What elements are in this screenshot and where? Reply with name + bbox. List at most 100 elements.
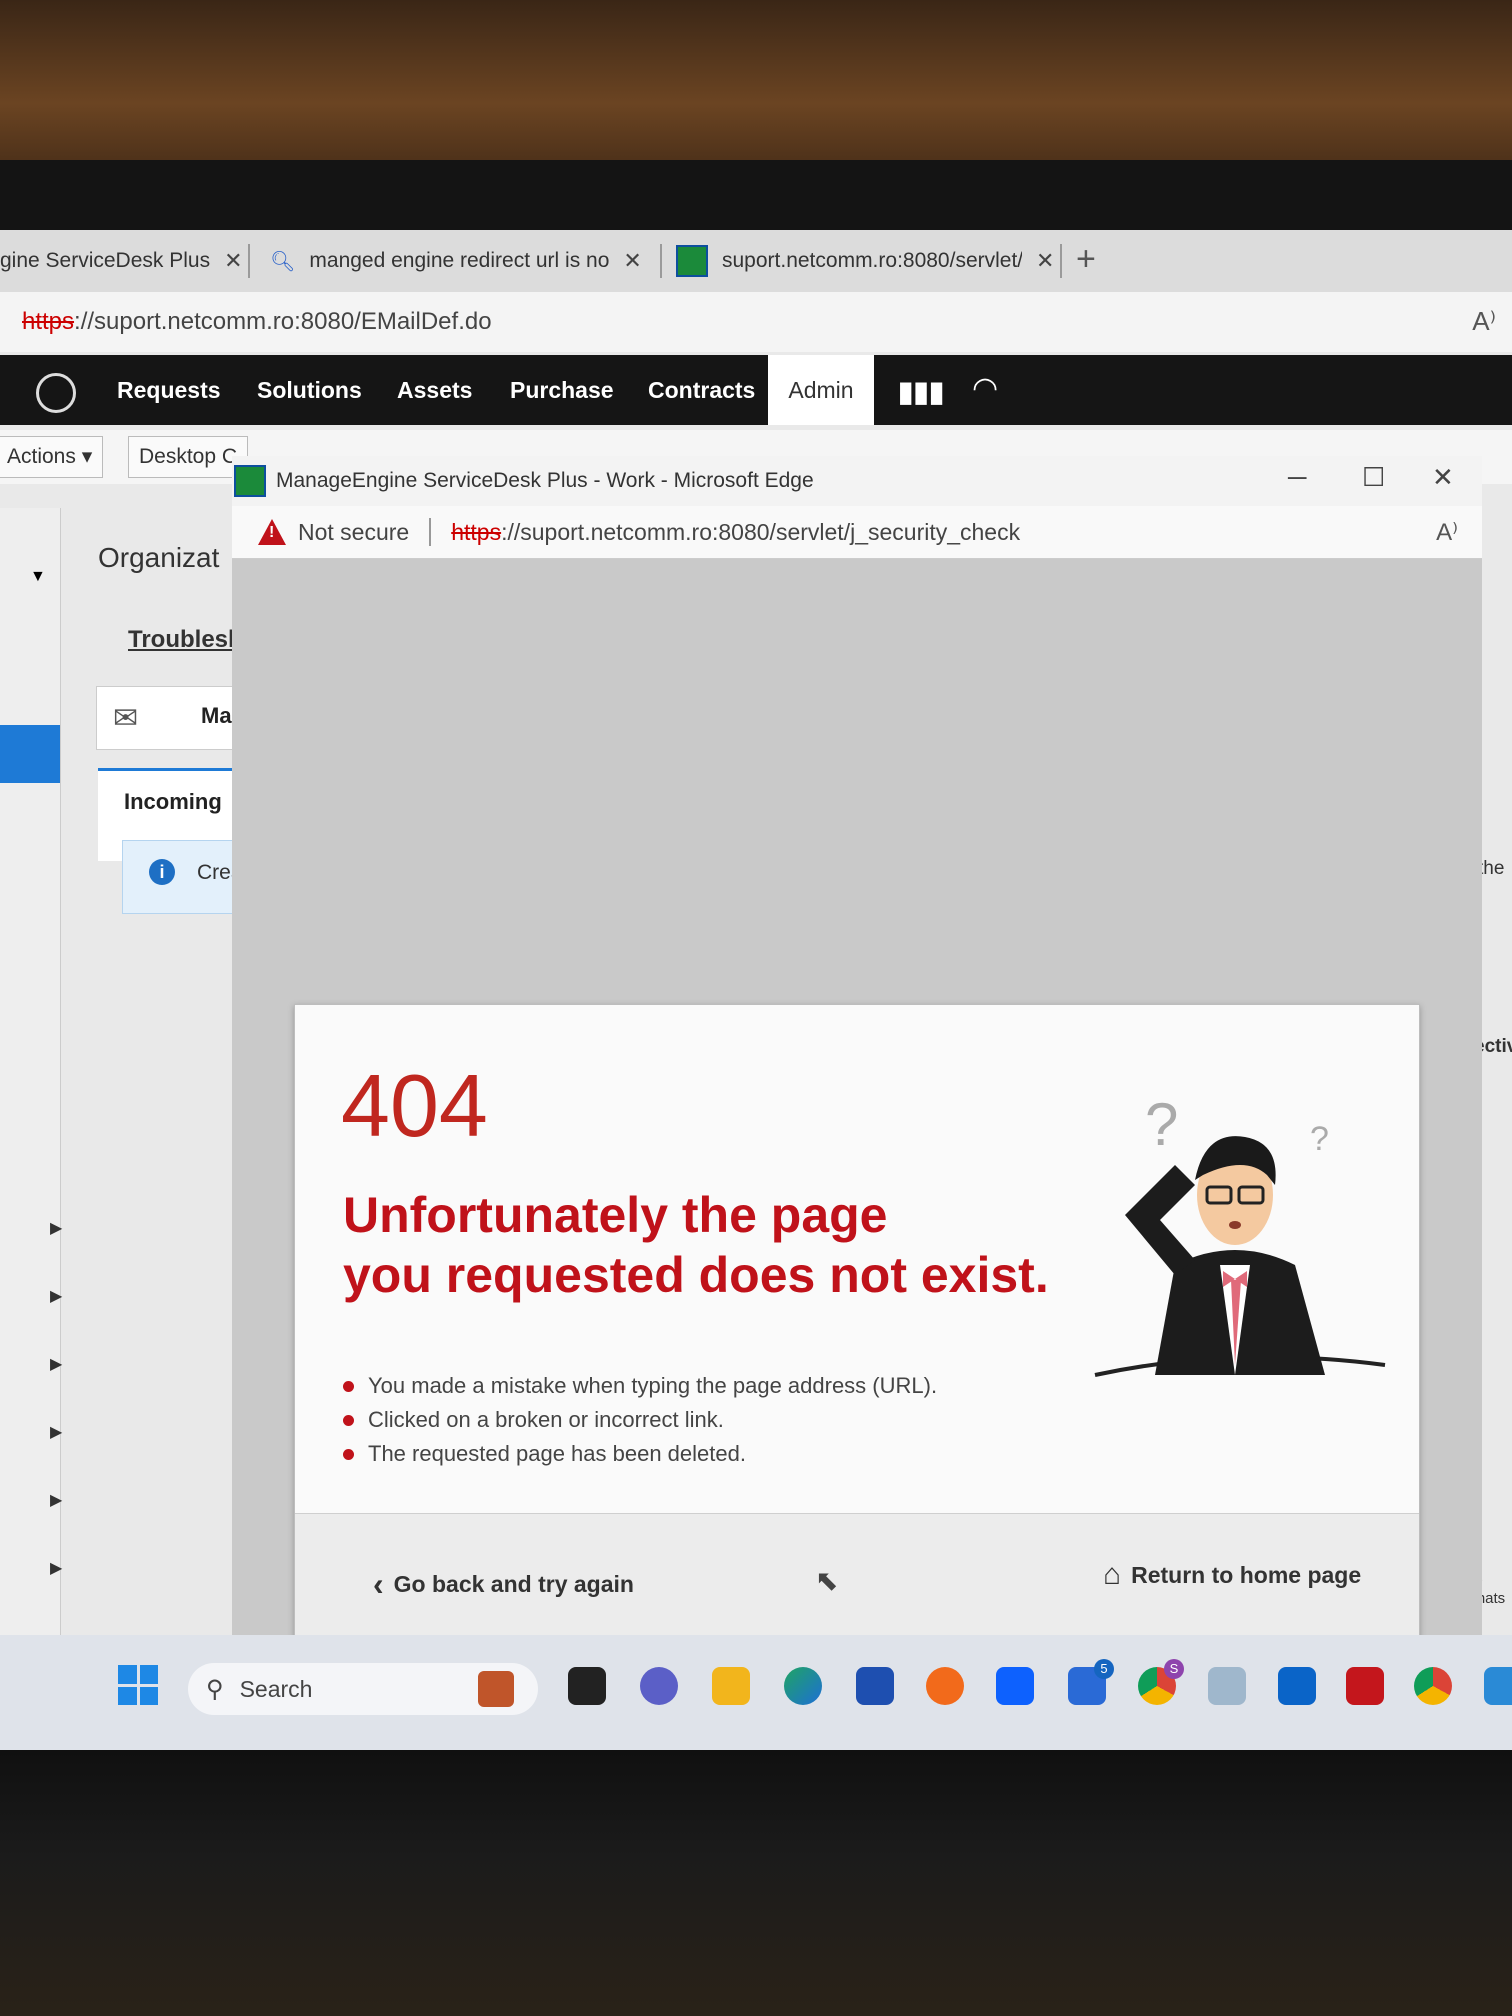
return-home-button[interactable]: ⌂ Return to home page <box>1103 1558 1361 1592</box>
file-explorer-icon[interactable] <box>712 1667 750 1705</box>
error-reasons: You made a mistake when typing the page … <box>343 1369 937 1471</box>
chrome-profile-icon[interactable] <box>1414 1667 1452 1705</box>
chevron-down-icon[interactable]: ▼ <box>30 568 46 586</box>
outlook-icon[interactable] <box>1278 1667 1316 1705</box>
window-title: ManageEngine ServiceDesk Plus - Work - M… <box>276 469 814 492</box>
maximize-icon[interactable]: ☐ <box>1362 462 1385 493</box>
search-label: Search <box>239 1675 313 1702</box>
headline-line-1: Unfortunately the page <box>343 1187 888 1243</box>
search-icon: 🔍︎ <box>270 250 296 273</box>
chevron-right-icon[interactable]: ▶ <box>50 1218 62 1238</box>
go-back-button[interactable]: ‹ Go back and try again <box>373 1566 634 1603</box>
popup-window: ManageEngine ServiceDesk Plus - Work - M… <box>232 456 1482 1755</box>
address-rest: ://suport.netcomm.ro:8080/EMailDef.do <box>74 308 492 335</box>
security-label[interactable]: Not secure <box>298 519 409 546</box>
chevron-right-icon[interactable]: ▶ <box>50 1354 62 1374</box>
close-icon[interactable]: ✕ <box>1036 248 1054 274</box>
firefox-icon[interactable] <box>926 1667 964 1705</box>
svg-text:?: ? <box>1145 1091 1178 1158</box>
mouse-cursor-icon: ⬉ <box>815 1565 839 1596</box>
search-icon: ⚲ <box>206 1675 224 1703</box>
chevron-left-icon: ‹ <box>373 1566 384 1602</box>
read-aloud-icon[interactable]: A⁾ <box>1436 518 1458 547</box>
error-code: 404 <box>341 1056 488 1155</box>
go-back-label: Go back and try again <box>393 1571 634 1597</box>
troubleshoot-link[interactable]: Troublesh <box>128 626 243 654</box>
chevron-right-icon[interactable]: ▶ <box>50 1490 62 1510</box>
support-headset-icon[interactable]: ◠ <box>972 371 998 406</box>
sidebar-selected-item[interactable] <box>0 725 60 783</box>
todo-icon[interactable]: 5 <box>1068 1659 1114 1705</box>
address-scheme: https <box>22 308 75 335</box>
performance-monitor-icon[interactable] <box>1208 1667 1246 1705</box>
desktop-button[interactable]: Desktop C <box>128 436 249 478</box>
close-icon[interactable]: ✕ <box>224 248 240 274</box>
close-icon[interactable]: ✕ <box>1432 462 1454 493</box>
tab-label: gine ServiceDesk Plus <box>0 249 211 272</box>
reason-text: You made a mistake when typing the page … <box>368 1373 938 1398</box>
mail-icon: ✉ <box>113 702 139 735</box>
actions-dropdown[interactable]: Actions ▾ <box>0 436 104 478</box>
dropbox-icon[interactable] <box>996 1667 1034 1705</box>
reason-text: Clicked on a broken or incorrect link. <box>368 1407 724 1432</box>
tab-servicedesk[interactable]: gine ServiceDesk Plus ✕ <box>0 238 240 284</box>
reports-icon[interactable]: ▮▮▮ <box>898 375 944 408</box>
tab-search[interactable]: 🔍︎ manged engine redirect url is no ✕ <box>270 238 650 284</box>
mail-label: Ma <box>201 703 232 728</box>
chrome-profile-badge: S <box>1164 1659 1184 1679</box>
briefcase-icon <box>478 1671 514 1707</box>
new-tab-icon[interactable]: + <box>1076 240 1096 279</box>
list-item: You made a mistake when typing the page … <box>343 1369 937 1403</box>
nav-assets[interactable]: Assets <box>397 355 472 425</box>
chrome-icon[interactable]: S <box>1138 1659 1184 1705</box>
task-view-icon[interactable] <box>568 1667 606 1705</box>
taskbar-search[interactable]: ⚲ Search <box>188 1663 538 1715</box>
acrobat-icon[interactable] <box>1346 1667 1384 1705</box>
bullet <box>343 1448 354 1460</box>
read-aloud-icon[interactable]: A⁾ <box>1472 306 1496 337</box>
nav-requests[interactable]: Requests <box>117 355 221 425</box>
teams-chat-icon[interactable] <box>640 1667 678 1705</box>
chevron-right-icon[interactable]: ▶ <box>50 1558 62 1578</box>
todo-badge: 5 <box>1094 1659 1114 1679</box>
nav-solutions[interactable]: Solutions <box>257 355 362 425</box>
address-scheme: https <box>451 518 502 545</box>
return-home-label: Return to home page <box>1131 1561 1362 1588</box>
popup-address-bar[interactable]: Not secure https ://suport.netcomm.ro:80… <box>232 506 1482 559</box>
nav-admin[interactable]: Admin <box>768 355 874 425</box>
list-item: The requested page has been deleted. <box>343 1437 937 1471</box>
minimize-icon[interactable]: ─ <box>1288 462 1306 493</box>
overflow-app-icon[interactable] <box>1484 1667 1512 1705</box>
main-nav: Requests Solutions Assets Purchase Contr… <box>0 355 1512 425</box>
tab-suport[interactable]: suport.netcomm.ro:8080/servlet/ ✕ <box>676 238 1056 284</box>
chevron-down-icon: ▾ <box>81 445 93 468</box>
manageengine-favicon-icon <box>676 245 708 277</box>
error-card: 404 Unfortunately the page you requested… <box>294 1004 1420 1654</box>
tab-label: manged engine redirect url is no <box>309 249 610 272</box>
nav-purchase[interactable]: Purchase <box>510 355 614 425</box>
close-icon[interactable]: ✕ <box>623 248 641 274</box>
mail-card[interactable]: ✉ Ma <box>96 686 238 750</box>
tab-separator <box>660 244 662 278</box>
monitor-bezel-top <box>0 160 1512 240</box>
windows-start-icon[interactable] <box>118 1665 158 1705</box>
address-bar[interactable]: https ://suport.netcomm.ro:8080/EMailDef… <box>0 292 1512 352</box>
windows-taskbar: ⚲ Search 5 S <box>0 1635 1512 1755</box>
tab-separator <box>248 244 250 278</box>
manageengine-favicon-icon <box>234 465 266 497</box>
dashboard-icon[interactable] <box>36 373 76 413</box>
store-icon[interactable] <box>856 1667 894 1705</box>
chevron-right-icon[interactable]: ▶ <box>50 1286 62 1306</box>
home-icon: ⌂ <box>1103 1558 1122 1591</box>
nav-contracts[interactable]: Contracts <box>648 355 755 425</box>
address-separator <box>429 518 432 546</box>
chevron-right-icon[interactable]: ▶ <box>50 1422 62 1442</box>
svg-text:?: ? <box>1310 1120 1329 1158</box>
tab-strip: gine ServiceDesk Plus ✕ 🔍︎ manged engine… <box>0 230 1512 292</box>
edge-icon[interactable] <box>784 1667 822 1705</box>
list-item: Clicked on a broken or incorrect link. <box>343 1403 937 1437</box>
reason-text: The requested page has been deleted. <box>368 1441 746 1466</box>
tab-label: suport.netcomm.ro:8080/servlet/ <box>722 249 1022 272</box>
warning-icon <box>258 519 286 545</box>
headline-line-2: you requested does not exist. <box>343 1247 1049 1303</box>
